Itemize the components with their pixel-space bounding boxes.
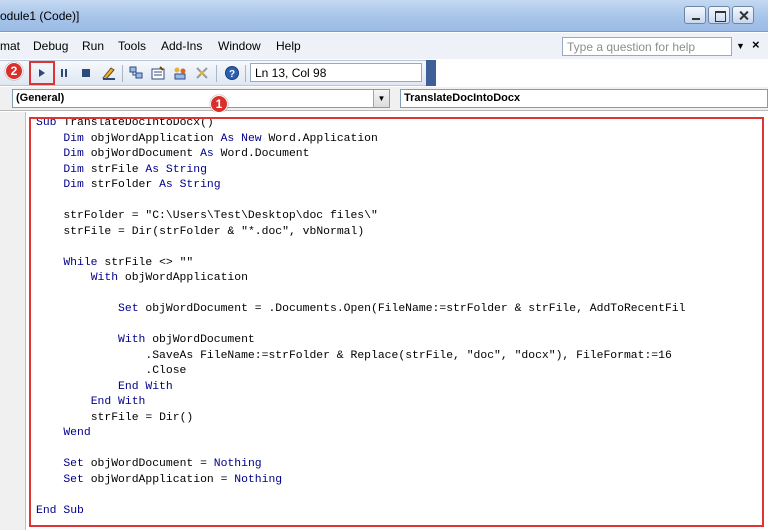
menu-run[interactable]: Run [82, 39, 104, 53]
project-explorer-icon[interactable] [126, 63, 146, 83]
object-dropdown-arrow-icon[interactable]: ▼ [373, 90, 389, 107]
title-bar: odule1 (Code)] [0, 0, 768, 32]
window-controls [682, 6, 754, 24]
menu-debug[interactable]: Debug [33, 39, 68, 53]
maximize-icon[interactable] [708, 6, 730, 24]
help-dropdown-icon[interactable]: ▼ [736, 41, 745, 51]
annotation-badge-code: 1 [210, 95, 228, 113]
reset-icon[interactable] [76, 63, 96, 83]
close-code-window-icon[interactable]: × [752, 37, 760, 52]
menu-format[interactable]: mat [0, 39, 20, 53]
help-search-input[interactable] [562, 37, 732, 56]
toolbar-options-handle[interactable] [426, 60, 436, 86]
menu-tools[interactable]: Tools [118, 39, 146, 53]
properties-icon[interactable] [148, 63, 168, 83]
code-highlight-box [29, 117, 764, 527]
annotation-badge-run: 2 [5, 62, 23, 80]
object-dropdown[interactable]: (General) [12, 89, 390, 108]
window-title: odule1 (Code)] [0, 9, 80, 23]
object-browser-icon[interactable] [170, 63, 190, 83]
break-icon[interactable] [54, 63, 74, 83]
minimize-icon[interactable] [684, 6, 706, 24]
run-button-highlight [29, 61, 55, 85]
menu-help[interactable]: Help [276, 39, 301, 53]
menu-window[interactable]: Window [218, 39, 261, 53]
cursor-position-display: Ln 13, Col 98 [250, 63, 422, 82]
procedure-dropdown[interactable]: TranslateDocIntoDocx [400, 89, 768, 108]
toolbox-icon[interactable] [192, 63, 212, 83]
help-icon[interactable]: ? [222, 63, 242, 83]
close-icon[interactable] [732, 6, 754, 24]
menu-add-ins[interactable]: Add-Ins [161, 39, 202, 53]
design-mode-icon[interactable] [99, 63, 119, 83]
code-margin-indicator[interactable] [0, 112, 26, 530]
svg-text:?: ? [229, 69, 235, 80]
